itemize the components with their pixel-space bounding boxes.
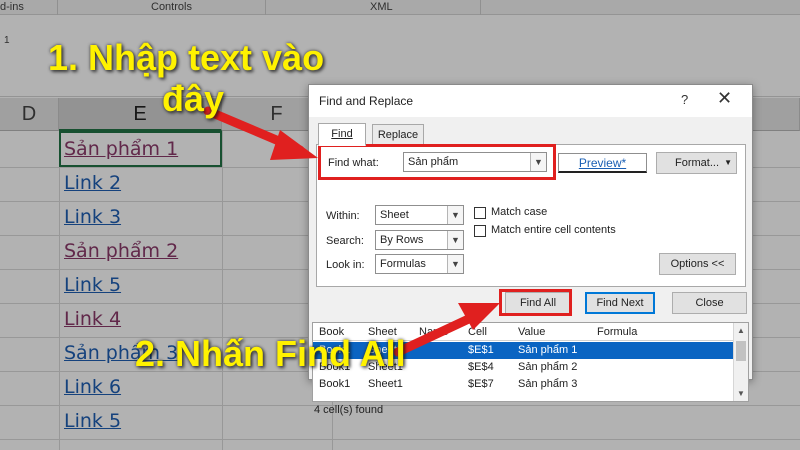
format-preview: Preview* — [558, 153, 647, 173]
scroll-up-icon[interactable]: ▲ — [737, 326, 745, 335]
result-row[interactable]: Book1 Sheet1 $E$7 Sản phẩm 3 — [313, 376, 733, 393]
tab-find-label: Find — [331, 128, 353, 140]
within-value: Sheet — [380, 209, 409, 221]
col-cell[interactable]: Cell — [468, 326, 487, 338]
search-label: Search: — [326, 235, 364, 247]
close-button[interactable]: Close — [672, 292, 747, 314]
result-value: Sản phẩm 1 — [518, 344, 578, 356]
col-name[interactable]: Name — [419, 326, 448, 338]
chevron-down-icon: ▼ — [447, 231, 463, 249]
scrollbar-thumb[interactable] — [736, 341, 746, 361]
result-cell: $E$4 — [468, 361, 494, 373]
match-entire-checkbox[interactable] — [474, 225, 486, 237]
chevron-down-icon: ▼ — [447, 255, 463, 273]
results-scrollbar[interactable]: ▲ ▼ — [733, 323, 748, 401]
search-value: By Rows — [380, 234, 424, 246]
match-case-checkbox[interactable] — [474, 207, 486, 219]
dialog-titlebar[interactable]: Find and Replace ? ✕ — [309, 85, 752, 117]
match-entire-label: Match entire cell contents — [491, 224, 616, 236]
results-status: 4 cell(s) found — [314, 404, 384, 416]
tab-find[interactable]: Find — [318, 123, 366, 146]
format-button-label: Format... — [675, 157, 720, 169]
chevron-down-icon: ▼ — [724, 158, 732, 167]
result-cell: $E$1 — [468, 344, 494, 356]
help-icon[interactable]: ? — [681, 92, 688, 107]
find-what-highlight-box — [318, 144, 556, 180]
tab-replace-label: Replace — [377, 129, 419, 141]
options-button[interactable]: Options << — [659, 253, 736, 275]
match-case-label: Match case — [491, 206, 548, 218]
lookin-select[interactable]: Formulas ▼ — [375, 254, 464, 274]
find-all-highlight-box — [499, 289, 572, 316]
annotation-step1-line2: đây — [162, 78, 225, 119]
format-button[interactable]: Format... ▼ — [656, 152, 737, 174]
result-sheet: Sheet1 — [368, 378, 403, 390]
lookin-value: Formulas — [380, 258, 426, 270]
annotation-step1-line1: 1. Nhập text vào — [48, 37, 325, 78]
annotation-step2: 2. Nhấn Find All — [135, 333, 406, 374]
col-formula[interactable]: Formula — [597, 326, 637, 338]
result-value: Sản phẩm 3 — [518, 378, 578, 390]
tab-replace[interactable]: Replace — [372, 124, 424, 145]
within-select[interactable]: Sheet ▼ — [375, 205, 464, 225]
find-next-button[interactable]: Find Next — [585, 292, 655, 314]
dialog-title: Find and Replace — [319, 94, 414, 108]
result-value: Sản phẩm 2 — [518, 361, 578, 373]
result-cell: $E$7 — [468, 378, 494, 390]
search-select[interactable]: By Rows ▼ — [375, 230, 464, 250]
close-icon[interactable]: ✕ — [717, 88, 732, 109]
lookin-label: Look in: — [326, 259, 365, 271]
within-label: Within: — [326, 210, 360, 222]
result-book: Book1 — [319, 378, 351, 390]
col-value[interactable]: Value — [518, 326, 545, 338]
chevron-down-icon: ▼ — [447, 206, 463, 224]
scroll-down-icon[interactable]: ▼ — [737, 389, 745, 398]
